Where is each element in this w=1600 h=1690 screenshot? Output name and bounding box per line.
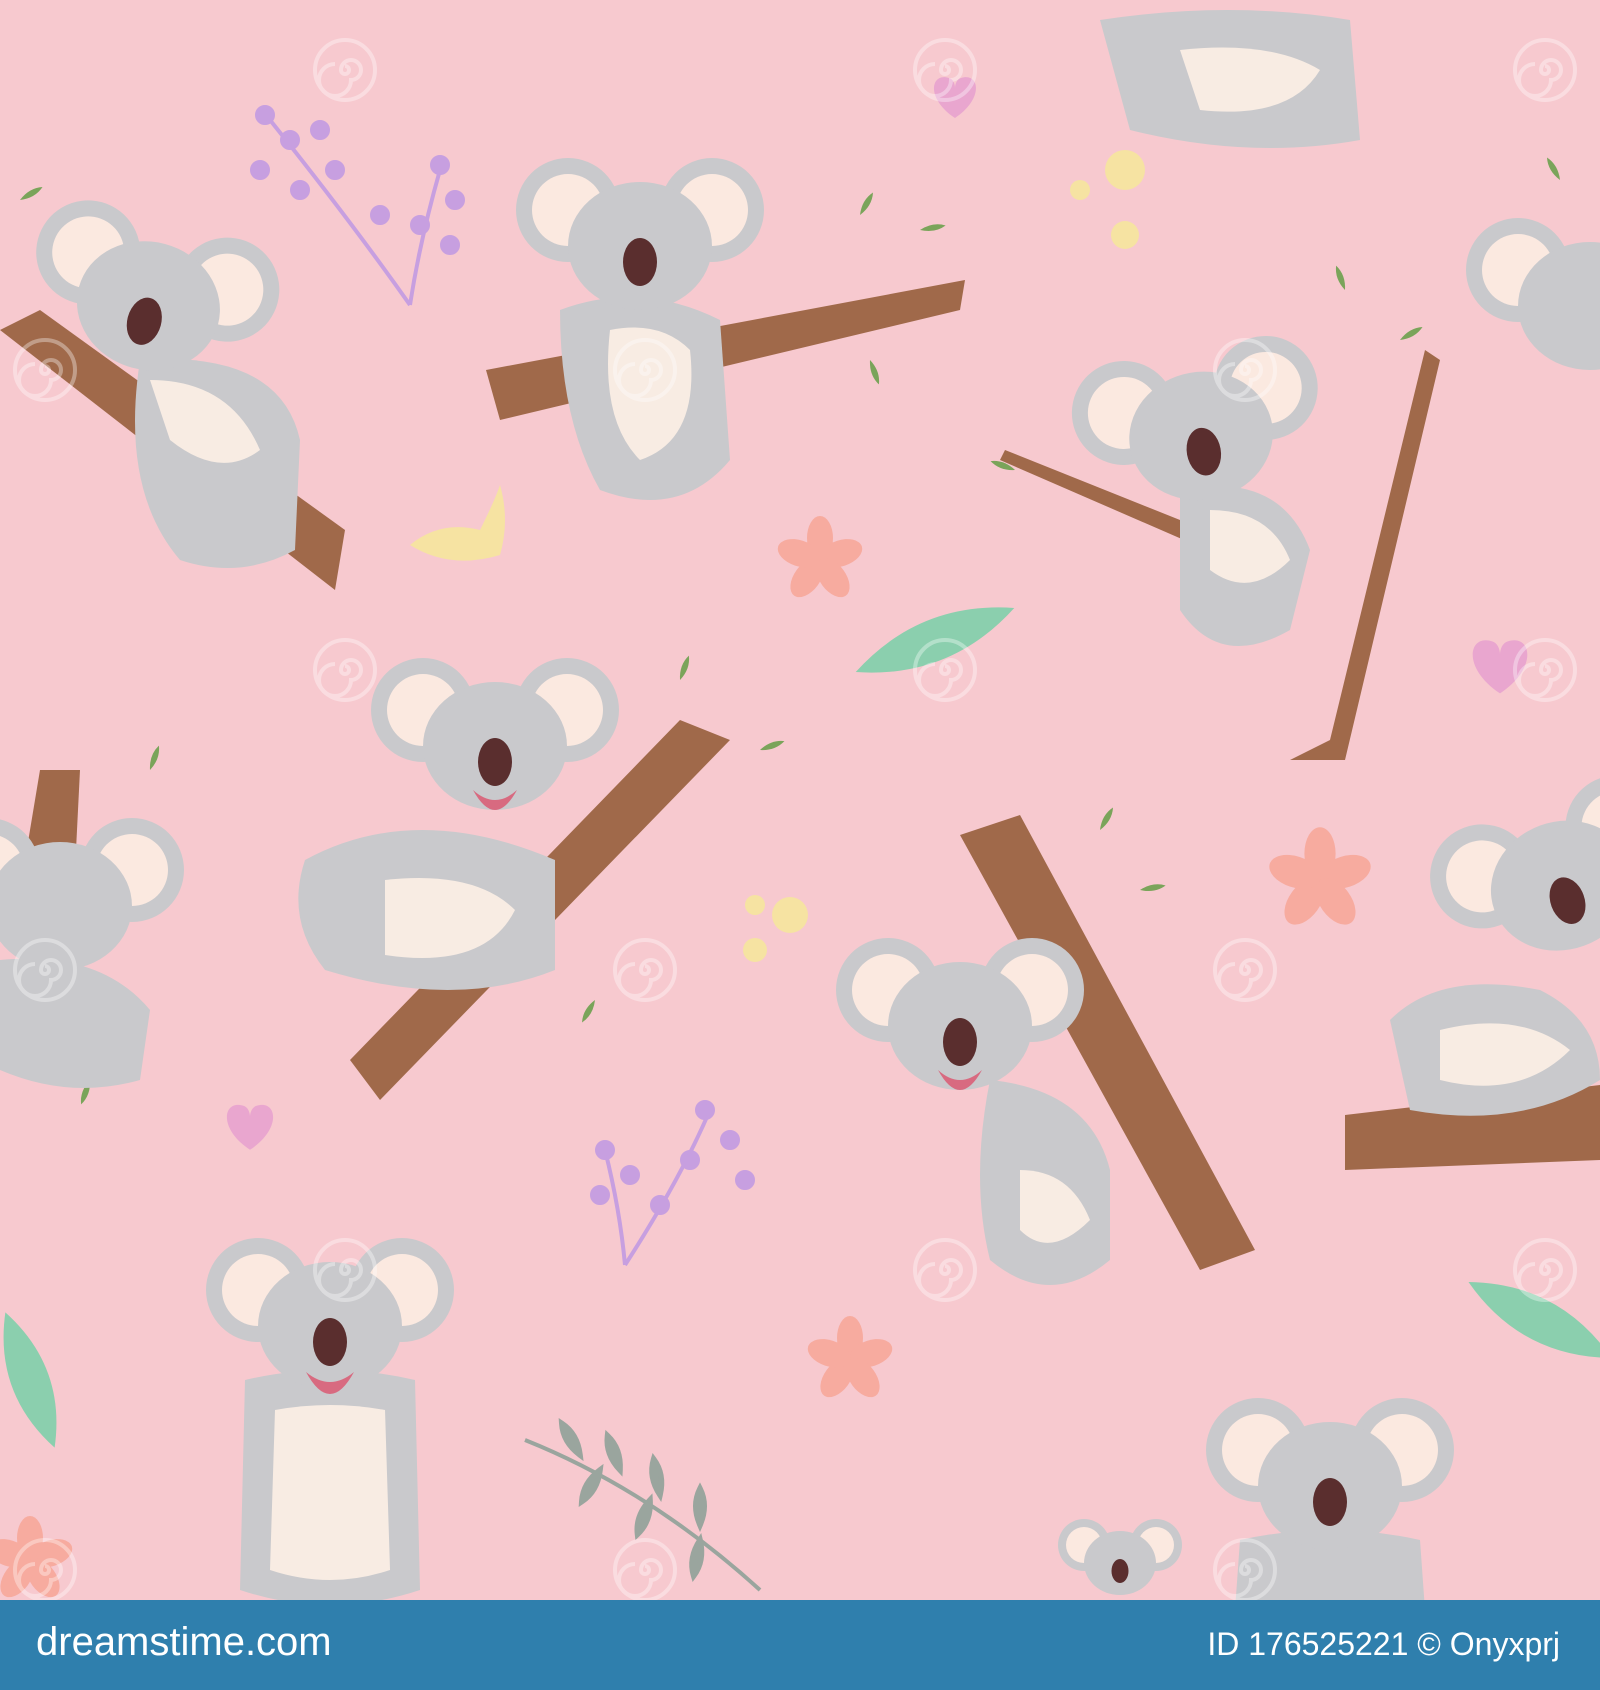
koala xyxy=(1206,1398,1454,1600)
image-credit: ID 176525221 © Onyxprj xyxy=(1207,1626,1560,1662)
stock-footer: dreamstime.com ID 176525221 © Onyxprj xyxy=(0,1600,1600,1690)
koala-pattern xyxy=(0,0,1600,1600)
stock-brand: dreamstime.com xyxy=(36,1620,332,1664)
koala xyxy=(1100,10,1360,148)
